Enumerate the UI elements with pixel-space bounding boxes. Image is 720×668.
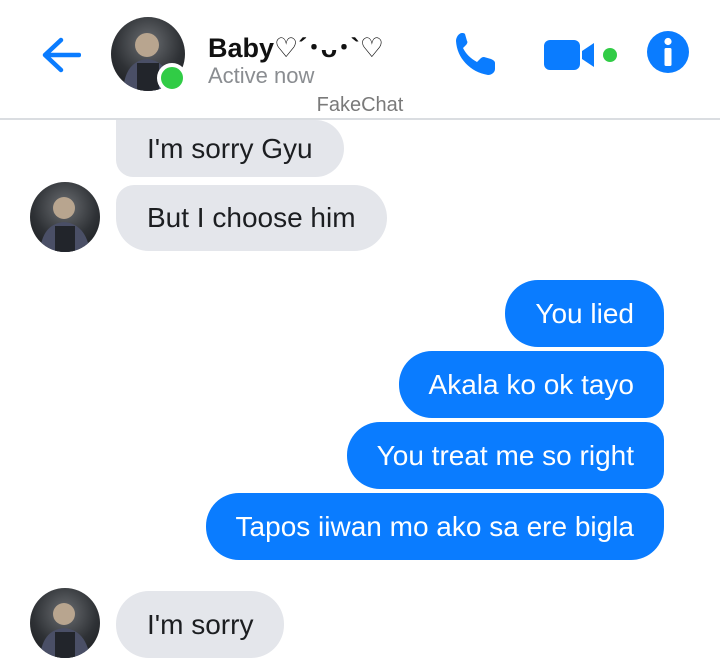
message-bubble-outgoing[interactable]: Tapos iiwan mo ako sa ere bigla	[205, 493, 664, 560]
contact-avatar-small[interactable]	[30, 588, 100, 658]
message-text: I'm sorry Gyu	[147, 132, 313, 164]
call-button[interactable]	[450, 28, 500, 80]
message-bubble-incoming[interactable]: I'm sorry	[116, 591, 285, 658]
active-status: Active now	[208, 63, 315, 88]
video-camera-icon	[544, 40, 617, 70]
message-bubble-outgoing[interactable]: Akala ko ok tayo	[398, 351, 664, 418]
message-text: You lied	[535, 297, 634, 329]
info-icon	[647, 31, 689, 73]
watermark: FakeChat	[0, 94, 720, 117]
online-dot	[157, 63, 187, 93]
back-button[interactable]	[38, 32, 84, 78]
arrow-left-icon	[42, 37, 81, 73]
message-bubble-incoming[interactable]: But I choose him	[116, 185, 387, 251]
phone-icon	[456, 33, 495, 75]
watermark-text: FakeChat	[316, 94, 404, 116]
message-text: You treat me so right	[376, 439, 634, 471]
message-text: I'm sorry	[147, 608, 254, 640]
contact-avatar[interactable]	[111, 17, 187, 93]
video-call-button[interactable]	[542, 32, 624, 76]
message-list: I'm sorry Gyu But I choose him You lied …	[0, 120, 720, 668]
message-text: Tapos iiwan mo ako sa ere bigla	[235, 510, 634, 542]
message-bubble-outgoing[interactable]: You lied	[505, 280, 664, 347]
info-button[interactable]	[646, 30, 690, 74]
message-bubble-incoming[interactable]: I'm sorry Gyu	[116, 120, 344, 177]
message-bubble-outgoing[interactable]: You treat me so right	[346, 422, 664, 489]
message-text: But I choose him	[147, 202, 356, 233]
message-text: Akala ko ok tayo	[428, 368, 634, 400]
contact-avatar-small[interactable]	[30, 182, 100, 252]
chat-header: Baby♡´･ᴗ･`♡ Active now FakeChat	[0, 0, 720, 118]
contact-name[interactable]: Baby♡´･ᴗ･`♡	[208, 26, 384, 65]
